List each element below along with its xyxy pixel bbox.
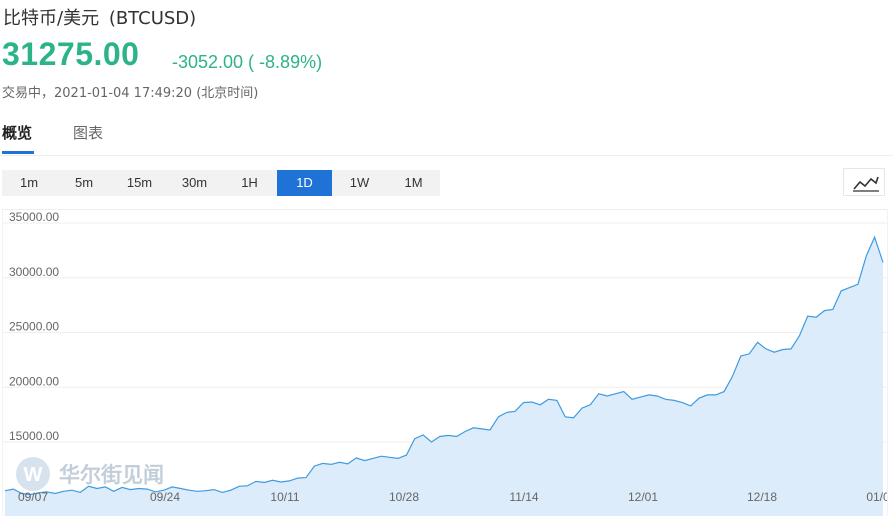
x-tick-label: 11/14	[509, 490, 538, 504]
period-30m-button[interactable]: 30m	[167, 170, 222, 196]
line-chart-icon	[853, 176, 879, 192]
period-1m-button[interactable]: 1m	[2, 170, 56, 196]
instrument-symbol: (BTCUSD)	[108, 8, 197, 29]
instrument-title: 比特币/美元 (BTCUSD)	[3, 4, 196, 30]
price-change: -3052.00 ( -8.89%)	[172, 52, 323, 72]
chart-type-button[interactable]	[843, 168, 885, 196]
x-tick-label: 12/18	[747, 490, 777, 504]
y-tick-label: 15000.00	[9, 429, 59, 443]
x-tick-label: 09/24	[150, 490, 180, 504]
watermark-text: 华尔街见闻	[59, 463, 164, 487]
price-chart-svg: 15000.00 20000.00 25000.00 30000.00 35000.00…	[3, 210, 890, 516]
y-tick-label: 20000.00	[9, 374, 59, 388]
instrument-name: 比特币/美元	[3, 8, 100, 29]
tab-chart[interactable]: 图表	[73, 122, 103, 143]
x-tick-label: 12/01	[628, 490, 658, 504]
y-tick-label: 30000.00	[9, 265, 59, 279]
tab-divider	[0, 155, 893, 156]
trading-status: 交易中，2021-01-04 17:49:20 (北京时间)	[2, 86, 259, 101]
period-1m-month-button[interactable]: 1M	[387, 170, 440, 196]
current-price: 31275.00	[2, 36, 140, 72]
period-selector: 1m 5m 15m 30m 1H 1D 1W 1M	[2, 170, 440, 196]
y-tick-label: 35000.00	[9, 210, 59, 224]
watermark: W 华尔街见闻	[16, 457, 164, 491]
period-1h-button[interactable]: 1H	[222, 170, 277, 196]
tab-overview[interactable]: 概览	[2, 122, 32, 143]
x-tick-label: 01/0	[866, 490, 887, 504]
period-1w-button[interactable]: 1W	[332, 170, 387, 196]
period-5m-button[interactable]: 5m	[56, 170, 112, 196]
period-15m-button[interactable]: 15m	[112, 170, 167, 196]
x-tick-label: 09/07	[18, 490, 48, 504]
price-chart: 15000.00 20000.00 25000.00 30000.00 35000.00…	[2, 209, 890, 516]
period-1d-button[interactable]: 1D	[277, 170, 332, 196]
x-tick-label: 10/11	[270, 490, 299, 504]
active-tab-indicator	[2, 151, 34, 154]
y-tick-label: 25000.00	[9, 320, 59, 334]
x-tick-label: 10/28	[389, 490, 419, 504]
watermark-logo-letter: W	[24, 464, 43, 486]
